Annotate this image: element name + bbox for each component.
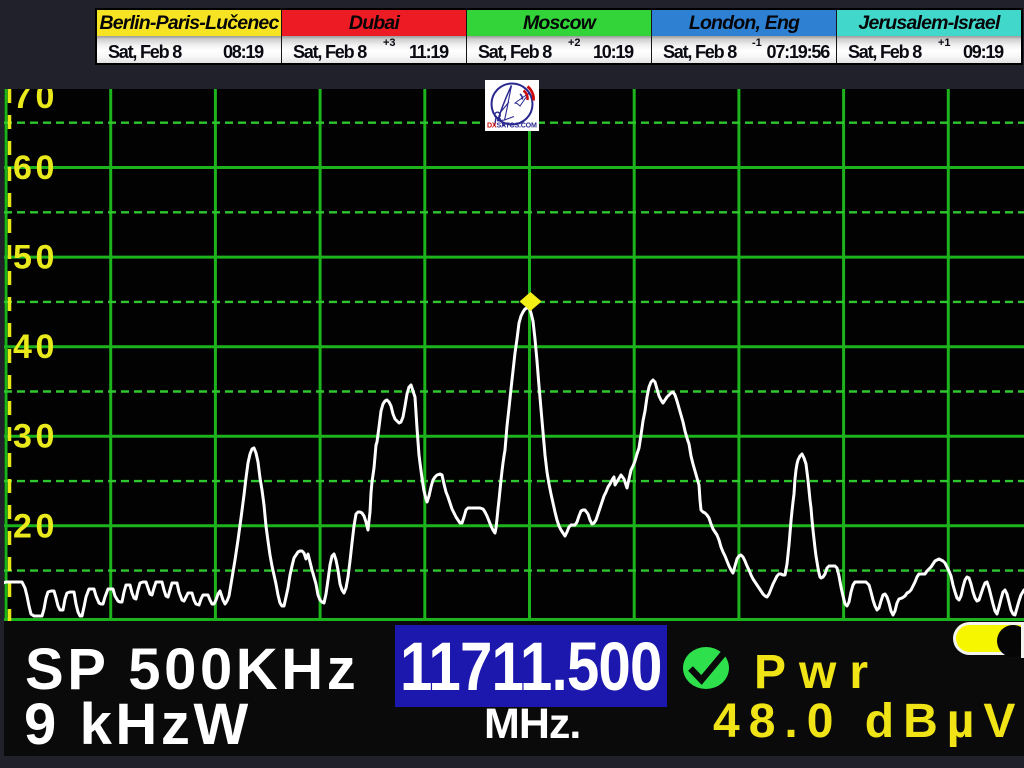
svg-text:20: 20 [13, 507, 58, 545]
svg-text:60: 60 [13, 149, 58, 187]
svg-text:50: 50 [13, 239, 58, 277]
svg-text:70: 70 [13, 89, 58, 116]
svg-text:DXSATCS.COM: DXSATCS.COM [487, 122, 537, 130]
svg-text:40: 40 [13, 328, 58, 366]
svg-text:30: 30 [13, 418, 58, 456]
